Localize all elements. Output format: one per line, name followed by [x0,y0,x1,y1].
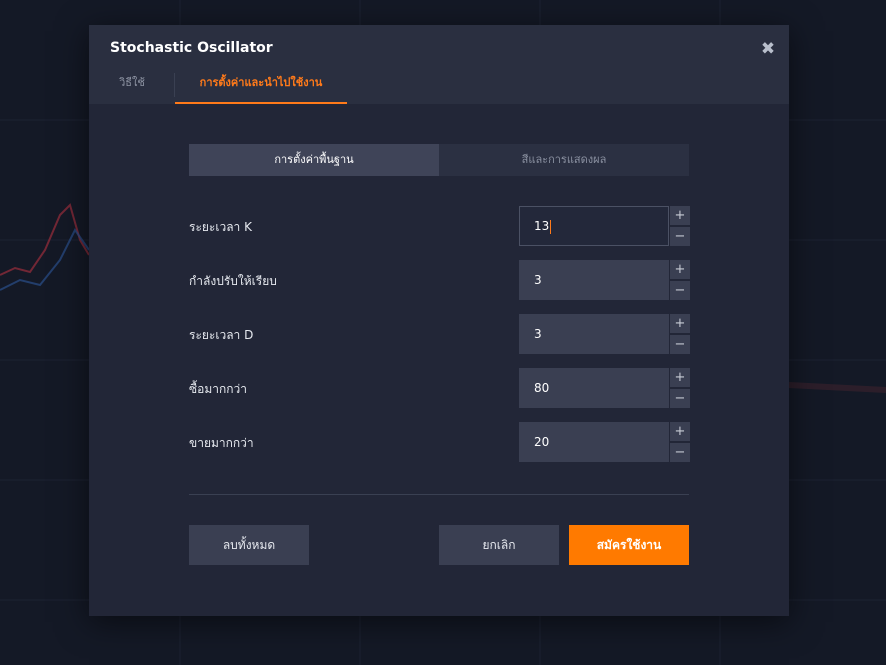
overbought-input[interactable]: 80 [519,368,669,408]
text-caret [550,219,552,234]
tab-settings[interactable]: การตั้งค่าและนำไปใช้งาน [175,71,347,104]
field-label: ระยะเวลา K [189,220,252,234]
footer-divider [189,494,689,495]
apply-button[interactable]: สมัครใช้งาน [569,525,689,565]
field-label: ขายมากกว่า [189,436,254,450]
minus-icon[interactable]: − [670,227,690,246]
field-label: ซื้อมากกว่า [189,382,248,396]
subtab-color-display[interactable]: สีและการแสดงผล [439,144,689,176]
minus-icon[interactable]: − [670,389,690,408]
plus-icon[interactable]: + [670,314,690,333]
minus-icon[interactable]: − [670,443,690,462]
settings-dialog: Stochastic Oscillator ✖ วิธีใช้ การตั้งค… [89,25,789,616]
d-period-input[interactable]: 3 [519,314,669,354]
subtab-bar: การตั้งค่าพื้นฐาน สีและการแสดงผล [189,144,689,176]
oversold-input[interactable]: 20 [519,422,669,462]
close-icon[interactable]: ✖ [759,39,777,59]
field-row-smoothing: กำลังปรับให้เรียบ 3 + − [189,260,690,301]
smoothing-input[interactable]: 3 [519,260,669,300]
dialog-title: Stochastic Oscillator [110,40,273,56]
minus-icon[interactable]: − [670,335,690,354]
field-label: ระยะเวลา D [189,328,254,342]
reset-all-button[interactable]: ลบทั้งหมด [189,525,309,565]
plus-icon[interactable]: + [670,206,690,225]
field-row-oversold: ขายมากกว่า 20 + − [189,422,690,463]
plus-icon[interactable]: + [670,422,690,441]
plus-icon[interactable]: + [670,260,690,279]
cancel-button[interactable]: ยกเลิก [439,525,559,565]
field-row-d-period: ระยะเวลา D 3 + − [189,314,690,355]
subtab-basic-settings[interactable]: การตั้งค่าพื้นฐาน [189,144,439,176]
tab-usage[interactable]: วิธีใช้ [89,71,175,104]
dialog-header: Stochastic Oscillator ✖ วิธีใช้ การตั้งค… [89,25,789,104]
input-value: 13 [534,219,550,233]
field-row-k-period: ระยะเวลา K 13 + − [189,206,690,247]
field-label: กำลังปรับให้เรียบ [189,274,277,288]
minus-icon[interactable]: − [670,281,690,300]
field-row-overbought: ซื้อมากกว่า 80 + − [189,368,690,409]
plus-icon[interactable]: + [670,368,690,387]
k-period-input[interactable]: 13 [519,206,669,246]
